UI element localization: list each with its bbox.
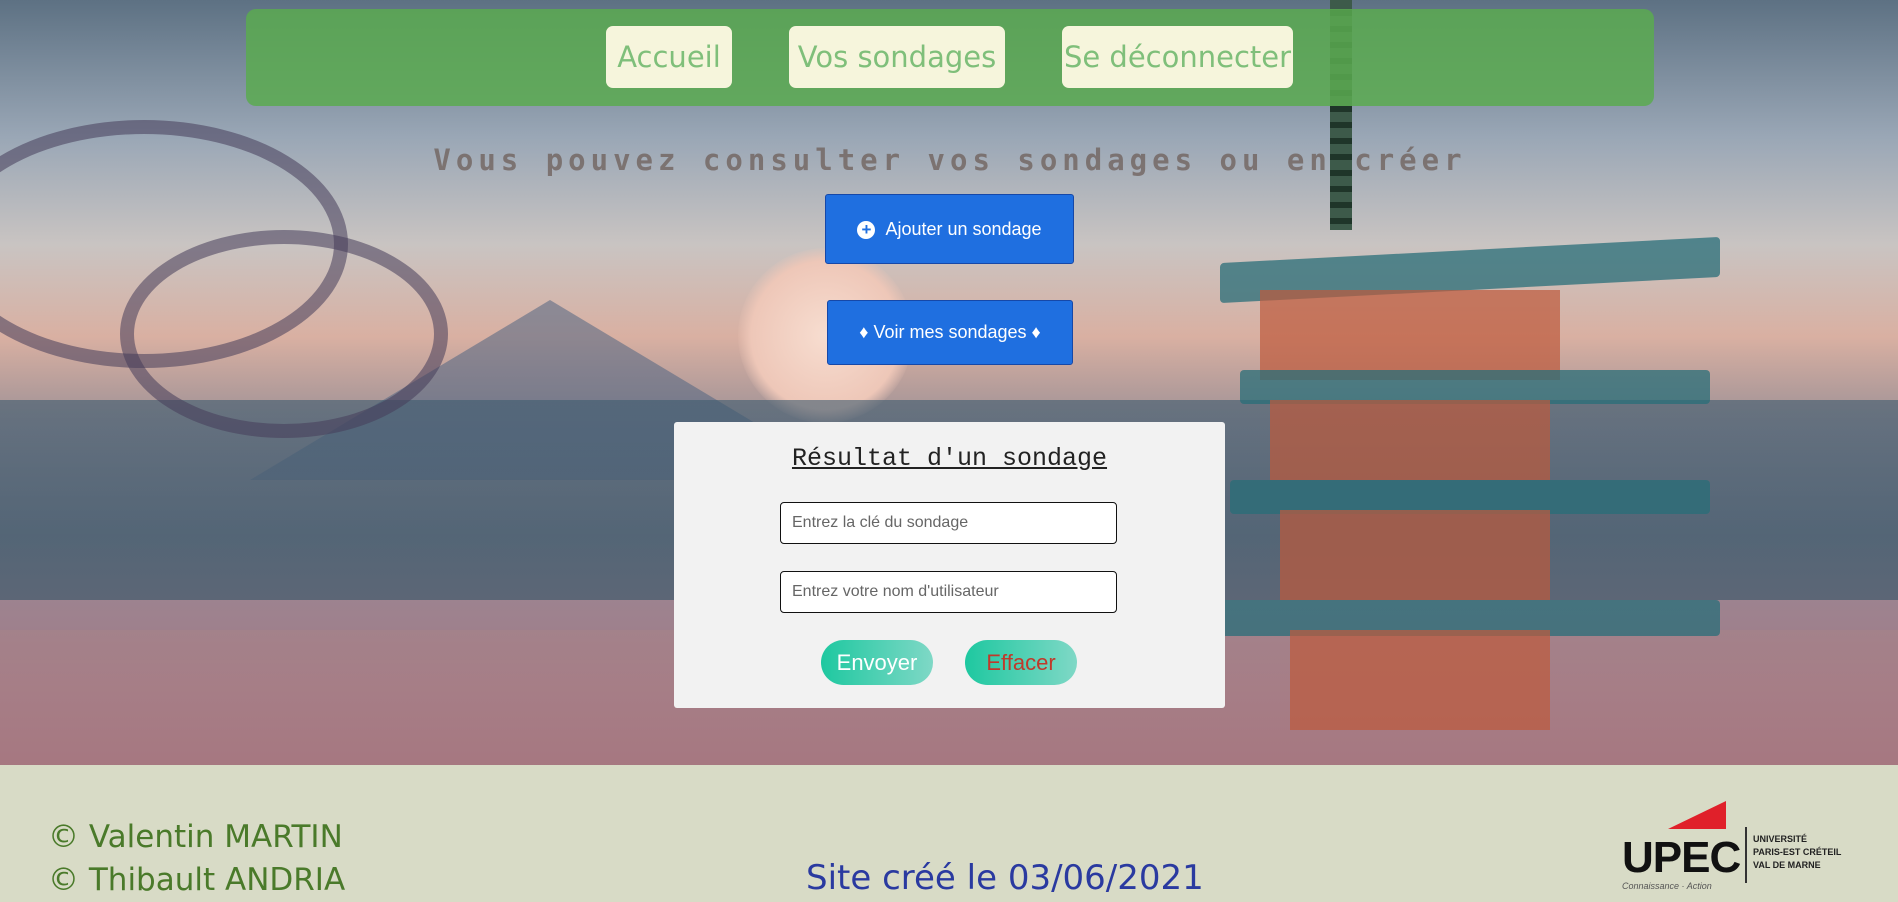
survey-result-panel: Résultat d'un sondage Envoyer Effacer <box>674 422 1225 708</box>
logo-line-1: UNIVERSITÉ <box>1753 834 1808 844</box>
nav-home-button[interactable]: Accueil <box>606 26 732 88</box>
logo-tagline: Connaissance · Action <box>1622 881 1712 891</box>
nav-surveys-button[interactable]: Vos sondages <box>789 26 1005 88</box>
nav-logout-label: Se déconnecter <box>1063 40 1292 74</box>
nav-surveys-label: Vos sondages <box>797 40 997 74</box>
upec-logo: UPEC Connaissance · Action UNIVERSITÉ PA… <box>1620 793 1850 893</box>
result-title: Résultat d'un sondage <box>791 444 1108 473</box>
logo-line-3: VAL DE MARNE <box>1753 860 1821 870</box>
add-survey-button[interactable]: + Ajouter un sondage <box>825 194 1074 264</box>
plus-circle-icon: + <box>857 221 876 240</box>
submit-label: Envoyer <box>836 650 918 675</box>
view-surveys-label: ♦ Voir mes sondages ♦ <box>859 322 1041 342</box>
credit-author-1: © Valentin MARTIN <box>48 819 343 855</box>
clear-label: Effacer <box>986 650 1056 675</box>
credit-author-2: © Thibault ANDRIA <box>48 862 346 898</box>
username-input[interactable] <box>780 571 1117 613</box>
clear-button[interactable]: Effacer <box>965 640 1077 685</box>
nav-logout-button[interactable]: Se déconnecter <box>1062 26 1293 88</box>
background-branch <box>120 230 448 438</box>
logo-red-flag-icon <box>1668 801 1726 829</box>
nav-home-label: Accueil <box>617 40 721 74</box>
view-surveys-button[interactable]: ♦ Voir mes sondages ♦ <box>827 300 1073 365</box>
logo-divider <box>1745 827 1747 883</box>
logo-line-2: PARIS-EST CRÉTEIL <box>1753 847 1842 857</box>
top-navbar: Accueil Vos sondages Se déconnecter <box>246 9 1654 106</box>
site-created-date: Site créé le 03/06/2021 <box>806 858 1204 898</box>
background-pagoda <box>1200 230 1720 730</box>
logo-wordmark: UPEC <box>1622 833 1741 882</box>
survey-key-input[interactable] <box>780 502 1117 544</box>
submit-button[interactable]: Envoyer <box>821 640 933 685</box>
page-heading: Vous pouvez consulter vos sondages ou en… <box>433 143 1467 177</box>
add-survey-label: Ajouter un sondage <box>885 219 1042 239</box>
logo-university-name: UNIVERSITÉ PARIS-EST CRÉTEIL VAL DE MARN… <box>1753 833 1841 872</box>
